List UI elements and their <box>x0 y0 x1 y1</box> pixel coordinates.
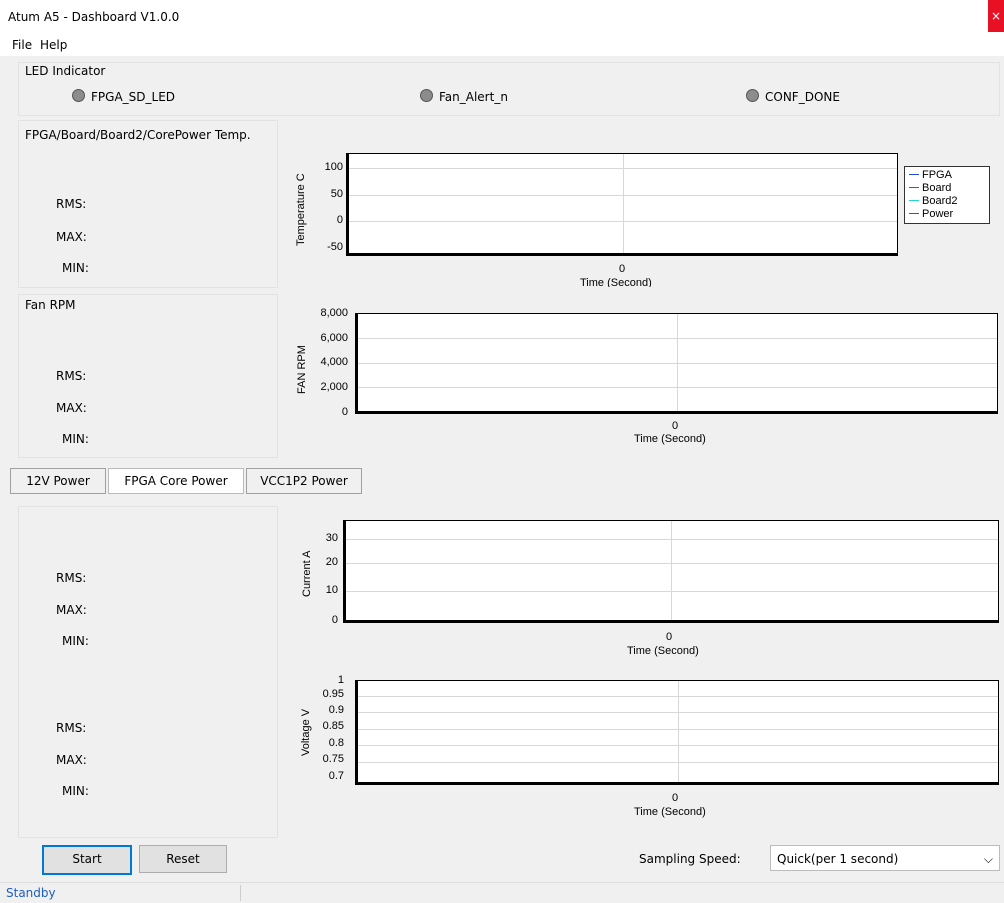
x-axis-label: Time (Second) <box>627 645 699 657</box>
tab-fpga-core-power[interactable]: FPGA Core Power <box>108 468 244 494</box>
title-bar: Atum A5 - Dashboard V1.0.0 × <box>0 0 1004 32</box>
x-tick: 0 <box>666 631 673 643</box>
voltage-rms-label: RMS: <box>56 721 87 735</box>
x-tick: 0 <box>619 263 626 275</box>
led-dot-icon <box>420 89 433 102</box>
temperature-chart <box>346 153 898 256</box>
y-tick: 30 <box>325 532 338 544</box>
x-tick: 0 <box>672 420 679 432</box>
x-axis-label: Time (Second) <box>580 277 652 287</box>
legend-item: Power <box>909 208 985 221</box>
y-axis-label: Voltage V <box>300 708 312 756</box>
legend-item: FPGA <box>909 169 985 182</box>
temp-min-label: MIN: <box>62 261 89 275</box>
current-max-label: MAX: <box>56 603 87 617</box>
grid-line <box>346 591 998 592</box>
y-axis-label: Current A <box>301 550 313 597</box>
y-tick: 100 <box>324 161 343 173</box>
y-tick: 0 <box>341 406 348 418</box>
tab-12v-power[interactable]: 12V Power <box>10 468 106 494</box>
power-stats-panel <box>18 506 278 838</box>
y-tick: 10 <box>325 584 338 596</box>
fan-rpm-group-label: Fan RPM <box>25 298 76 312</box>
grid-line <box>678 681 679 782</box>
led-label: CONF_DONE <box>765 90 840 104</box>
grid-line <box>671 521 672 620</box>
grid-line <box>623 154 624 253</box>
reset-button[interactable]: Reset <box>139 845 227 873</box>
y-tick: 0 <box>331 614 338 626</box>
sampling-speed-select[interactable]: Quick(per 1 second) ⌵ <box>770 845 1000 871</box>
y-axis-label: FAN RPM <box>296 345 308 394</box>
led-label: FPGA_SD_LED <box>91 90 176 104</box>
y-tick: 0.95 <box>322 688 344 700</box>
x-tick: 0 <box>672 792 679 804</box>
tab-vcc1p2-power[interactable]: VCC1P2 Power <box>246 468 362 494</box>
legend-item: Board <box>909 182 985 195</box>
menu-file[interactable]: File <box>12 38 32 52</box>
led-label: Fan_Alert_n <box>439 90 508 104</box>
status-bar: Standby <box>0 882 1004 903</box>
window-title: Atum A5 - Dashboard V1.0.0 <box>8 10 180 24</box>
y-tick: 8,000 <box>320 307 348 319</box>
led-fpga-sd: FPGA_SD_LED <box>72 89 175 104</box>
sampling-speed-value: Quick(per 1 second) <box>777 852 899 866</box>
y-tick: 1 <box>337 674 344 686</box>
grid-line <box>677 314 678 411</box>
voltage-chart <box>355 680 999 785</box>
current-rms-label: RMS: <box>56 571 87 585</box>
temperature-group-label: FPGA/Board/Board2/CorePower Temp. <box>25 128 251 142</box>
menu-bar: File Help <box>0 32 1004 56</box>
led-dot-icon <box>72 89 85 102</box>
status-text: Standby <box>6 886 56 900</box>
start-button[interactable]: Start <box>42 845 132 875</box>
chart-legend: FPGA Board Board2 Power <box>904 166 990 224</box>
status-separator <box>240 885 241 901</box>
x-axis-label: Time (Second) <box>634 806 706 818</box>
led-fan-alert: Fan_Alert_n <box>420 89 508 104</box>
current-min-label: MIN: <box>62 634 89 648</box>
led-dot-icon <box>746 89 759 102</box>
y-tick: 0.7 <box>328 770 344 782</box>
current-chart <box>343 520 999 623</box>
voltage-min-label: MIN: <box>62 784 89 798</box>
temp-max-label: MAX: <box>56 230 87 244</box>
y-tick: 20 <box>325 556 338 568</box>
fan-min-label: MIN: <box>62 432 89 446</box>
grid-line <box>346 539 998 540</box>
led-conf-done: CONF_DONE <box>746 89 840 104</box>
fan-rms-label: RMS: <box>56 369 87 383</box>
legend-item: Board2 <box>909 195 985 208</box>
grid-line <box>346 563 998 564</box>
temp-rms-label: RMS: <box>56 197 87 211</box>
y-tick: 6,000 <box>320 332 348 344</box>
chevron-down-icon: ⌵ <box>983 852 993 866</box>
led-indicator-label: LED Indicator <box>25 64 106 78</box>
menu-help[interactable]: Help <box>40 38 67 52</box>
sampling-speed-label: Sampling Speed: <box>639 852 741 866</box>
fan-rpm-chart <box>355 313 998 414</box>
voltage-max-label: MAX: <box>56 753 87 767</box>
y-axis-label: Temperature C <box>295 173 307 246</box>
fan-max-label: MAX: <box>56 401 87 415</box>
x-axis-label: Time (Second) <box>634 433 706 445</box>
close-button[interactable]: × <box>988 0 1004 32</box>
